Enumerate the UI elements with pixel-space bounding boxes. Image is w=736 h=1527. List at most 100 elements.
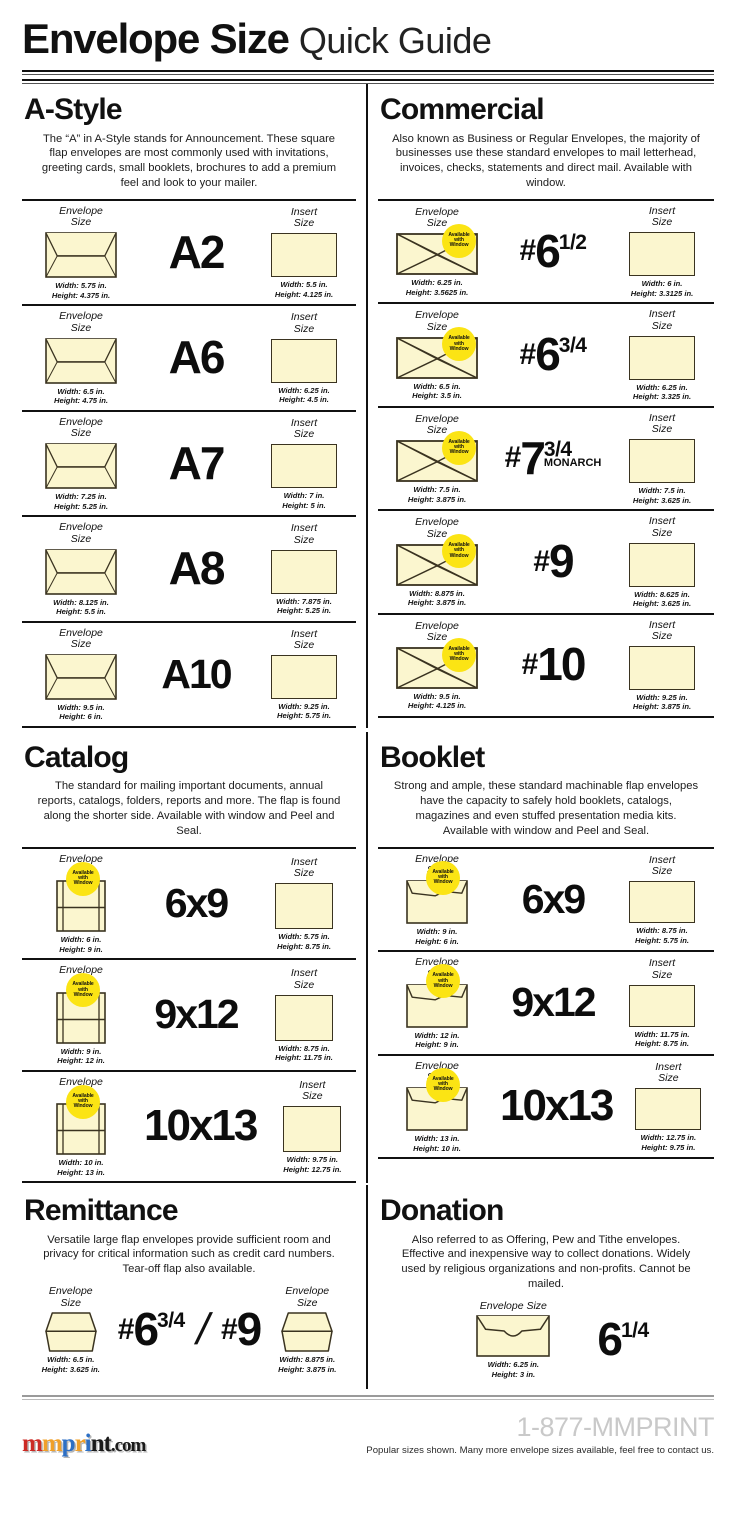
size-label-cell: # 9 bbox=[496, 538, 610, 583]
envelope-row: Envelope Size Width: 9.5 in. Height: 6 in.… bbox=[22, 620, 356, 728]
envelope-dimensions: Width: 9 in. Height: 12 in. bbox=[57, 1046, 105, 1066]
envelope-cell: Envelope Size Width: 6.5 in. Height: 4.75 … bbox=[22, 306, 140, 409]
envelope-cell: EnvelopeSize Width: 9 in.Height: 12 in. … bbox=[22, 960, 140, 1069]
envelope-size-label: # 9 bbox=[533, 538, 574, 583]
remittance-flap-icon bbox=[281, 1312, 333, 1353]
insert-cell: Insert Size Width: 5.75 in. Height: 8.75 i… bbox=[252, 852, 356, 955]
envelope-cell: EnvelopeSize Width: 9 in.Height: 6 in. A… bbox=[378, 849, 496, 950]
rows-commercial: Envelope Size Width: 6.25 in. Height: 3.56… bbox=[378, 198, 714, 718]
mmprint-logo[interactable]: mmprint.com bbox=[22, 1430, 147, 1458]
insert-dimensions: Width: 9.25 in. Height: 3.875 in. bbox=[632, 693, 692, 712]
logo-letter-r: r bbox=[74, 1430, 86, 1458]
insert-dimensions: Width: 8.625 in. Height: 3.625 in. bbox=[632, 589, 692, 609]
envelope-icon bbox=[45, 548, 117, 595]
available-with-window-badge: Available with Window bbox=[442, 430, 476, 465]
logo-letter-m1: m bbox=[22, 1430, 43, 1458]
envelope-dimensions: Width: 5.75 in. Height: 4.375 in. bbox=[51, 281, 111, 300]
insert-cell: Insert Size Width: 6.25 in. Height: 3.325 … bbox=[610, 304, 714, 405]
size-label-cell: 9x12 bbox=[140, 991, 252, 1038]
insert-cell: Insert Size Width: 8.75 in. Height: 11.75 … bbox=[252, 963, 356, 1066]
section-title: Remittance bbox=[24, 1194, 179, 1227]
size-label-cell: A10 bbox=[140, 653, 252, 694]
envelope-size-label: 6x9 bbox=[165, 882, 229, 923]
hash-symbol: # bbox=[521, 648, 539, 682]
available-with-window-badge: Available with Window bbox=[442, 637, 476, 672]
envelope-size-label: # 10 bbox=[521, 642, 587, 687]
envelope-cell: EnvelopeSize Width: 6 in.Height: 9 in. A… bbox=[22, 849, 140, 958]
insert-size-caption: Insert Size bbox=[648, 515, 676, 539]
envelope-icon bbox=[45, 443, 117, 489]
section-grid-middle: Catalog The standard for mailing importa… bbox=[0, 731, 736, 1183]
size-fraction: 3/4 bbox=[558, 334, 587, 358]
size-number: A7 bbox=[168, 436, 226, 489]
envelope-cell: EnvelopeSize Width: 12 in.Height: 9 in. … bbox=[378, 952, 496, 1053]
insert-icon bbox=[635, 1088, 702, 1131]
envelope-row: EnvelopeSize Width: 12 in.Height: 9 in. … bbox=[378, 950, 714, 1053]
insert-icon bbox=[271, 655, 337, 699]
insert-size-caption: Insert Size bbox=[648, 618, 676, 643]
insert-cell: Insert Size Width: 7.5 in. Height: 3.625 i… bbox=[610, 408, 714, 509]
envelope-size-label: A6 bbox=[169, 334, 226, 379]
available-with-window-badge: Available with Window bbox=[66, 1084, 100, 1119]
size-label-cell: A2 bbox=[140, 229, 252, 274]
envelope-cell: Envelope Size Width: 7.25 in. Height: 5.25… bbox=[22, 412, 140, 515]
section-description: The standard for mailing important docum… bbox=[37, 780, 341, 837]
insert-size-caption: Insert Size bbox=[648, 204, 676, 229]
insert-size-caption: Insert Size bbox=[648, 411, 676, 436]
title-row: Envelope Size Quick Guide bbox=[22, 18, 714, 60]
size-fraction: 1/2 bbox=[558, 230, 587, 254]
insert-icon bbox=[629, 881, 695, 924]
envelope-row: Envelope Size Width: 8.875 in. Height: 3.8… bbox=[378, 509, 714, 612]
section-description: Strong and ample, these standard machina… bbox=[393, 780, 699, 837]
phone-number[interactable]: 1-877-MMPRINT bbox=[516, 1414, 714, 1441]
size-label-cell: A7 bbox=[140, 436, 252, 489]
size-number: A8 bbox=[168, 541, 226, 594]
insert-cell: Insert Size Width: 5.5 in. Height: 4.125 i… bbox=[252, 202, 356, 303]
insert-size-caption: Insert Size bbox=[290, 522, 318, 546]
size-number: 9x12 bbox=[154, 991, 239, 1038]
remittance-row: Envelope Size Width: 6.5 in. Height: 3.625… bbox=[22, 1277, 356, 1384]
envelope-dimensions: Width: 6.25 in. Height: 3.5625 in. bbox=[405, 278, 469, 297]
envelope-cell: Envelope Size Width: 9.5 in. Height: 4.125… bbox=[378, 616, 496, 715]
insert-size-caption: Insert Size bbox=[648, 853, 676, 878]
insert-icon bbox=[629, 232, 695, 277]
available-with-window-badge: Available with Window bbox=[426, 860, 460, 895]
envelope-row: Envelope Size Width: 6.25 in. Height: 3.56… bbox=[378, 198, 714, 302]
section-description: Also referred to as Offering, Pew and Ti… bbox=[401, 1233, 691, 1290]
available-with-window-badge: Available with Window bbox=[442, 534, 476, 569]
insert-dimensions: Width: 5.75 in. Height: 8.75 in. bbox=[276, 932, 331, 951]
envelope-size-label: A2 bbox=[169, 229, 226, 274]
envelope-dimensions: Width: 8.125 in. Height: 5.5 in. bbox=[53, 597, 109, 617]
donation-size: 6 1/4 bbox=[597, 1316, 649, 1361]
envelope-dimensions: Width: 8.875 in. Height: 3.875 in. bbox=[407, 588, 467, 608]
envelope-size-caption: Envelope Size bbox=[479, 1299, 547, 1312]
size-number: 10x13 bbox=[144, 1101, 258, 1151]
insert-icon bbox=[271, 338, 337, 383]
available-with-window-badge: Available with Window bbox=[426, 1067, 460, 1102]
section-title: Catalog bbox=[24, 740, 129, 774]
available-with-window-badge: Available with Window bbox=[426, 964, 460, 999]
envelope-size-caption: EnvelopeSize bbox=[59, 626, 103, 651]
insert-dimensions: Width: 9.75 in. Height: 12.75 in. bbox=[283, 1155, 342, 1174]
envelope-cell: EnvelopeSize Width: 13 in.Height: 10 in.… bbox=[378, 1056, 496, 1157]
envelope-size-caption: EnvelopeSize bbox=[285, 1284, 330, 1309]
section-booklet: Booklet Strong and ample, these standard… bbox=[368, 732, 724, 1183]
available-with-window-badge: Available with Window bbox=[66, 973, 100, 1008]
size-label-cell: 6x9 bbox=[140, 882, 252, 923]
insert-icon bbox=[271, 233, 337, 278]
envelope-row: EnvelopeSize Width: 13 in.Height: 10 in.… bbox=[378, 1053, 714, 1159]
section-description: Also known as Business or Regular Envelo… bbox=[392, 132, 700, 189]
insert-cell: Insert Size Width: 11.75 in. Height: 8.75 … bbox=[610, 953, 714, 1052]
envelope-dimensions: Width: 6 in. Height: 9 in. bbox=[59, 935, 103, 954]
envelope-row: EnvelopeSize Width: 9 in.Height: 12 in. … bbox=[22, 958, 356, 1069]
envelope-size-caption: EnvelopeSize bbox=[59, 521, 103, 545]
envelope-dimensions: Width: 7.5 in. Height: 3.875 in. bbox=[407, 485, 467, 504]
section-title: A-Style bbox=[24, 93, 123, 126]
envelope-size-label: 9x12 bbox=[511, 982, 596, 1023]
envelope-size-caption: EnvelopeSize bbox=[48, 1284, 93, 1309]
size-label-cell: # 10 bbox=[496, 642, 610, 687]
logo-tld: .com bbox=[110, 1435, 147, 1457]
envelope-dimensions: Width: 9 in. Height: 6 in. bbox=[415, 927, 459, 946]
envelope-row: Envelope Size Width: 8.125 in. Height: 5.5… bbox=[22, 515, 356, 620]
envelope-dimensions: Width: 6.25 in. Height: 3 in. bbox=[487, 1360, 540, 1379]
